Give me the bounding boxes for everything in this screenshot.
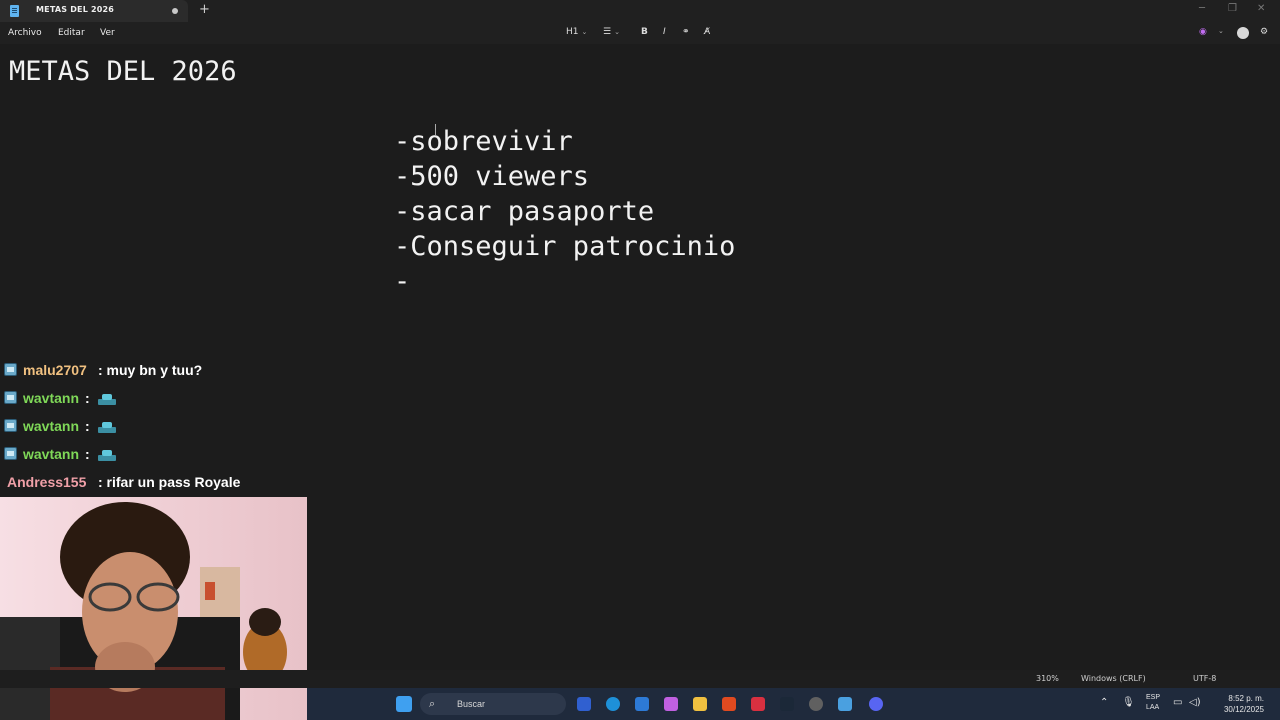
goal-line: -Conseguir patrocinio	[394, 231, 736, 262]
chevron-down-icon: ⌄	[614, 28, 620, 36]
title-bar: METAS DEL 2026 + ─ ❐ ✕	[0, 0, 1280, 22]
heading-dropdown[interactable]: H1 ⌄	[566, 27, 587, 37]
app-icon[interactable]	[577, 697, 591, 711]
clock[interactable]: 8:52 p. m. 30/12/2025	[1224, 693, 1264, 715]
chevron-up-icon[interactable]: ⌃	[1100, 697, 1108, 708]
discord-icon[interactable]	[869, 697, 883, 711]
text-cursor	[435, 124, 436, 135]
menu-archivo[interactable]: Archivo	[8, 28, 42, 38]
chat-username: wavtann	[23, 446, 80, 462]
heading-label: H1	[566, 27, 579, 37]
taskbar-search[interactable]: ⌕ Buscar	[420, 693, 566, 715]
chat-emote-icon	[97, 392, 117, 406]
chat-text: :	[85, 418, 90, 434]
menu-editar[interactable]: Editar	[58, 28, 85, 38]
chat-emote-icon	[97, 448, 117, 462]
app-icon[interactable]	[751, 697, 765, 711]
chat-badge-icon	[4, 419, 17, 432]
language-indicator[interactable]: ESP LAA	[1146, 693, 1160, 713]
date: 30/12/2025	[1223, 705, 1264, 714]
start-windows-icon[interactable]	[396, 696, 412, 712]
tab-title: METAS DEL 2026	[36, 5, 115, 14]
clear-format-icon[interactable]: A̸	[704, 27, 710, 37]
unsaved-dot-icon[interactable]	[172, 8, 178, 14]
obs-icon[interactable]	[809, 697, 823, 711]
time: 8:52 p. m.	[1228, 694, 1264, 703]
chat-text: : muy bn y tuu?	[98, 362, 203, 378]
account-avatar[interactable]	[1237, 27, 1249, 39]
list-dropdown[interactable]: ☰ ⌄	[603, 27, 620, 37]
copilot-icon[interactable]	[664, 697, 678, 711]
chat-badge-icon	[4, 363, 17, 376]
document-heading: METAS DEL 2026	[9, 56, 237, 87]
line-ending[interactable]: Windows (CRLF)	[1081, 674, 1146, 683]
close-button[interactable]: ✕	[1257, 3, 1265, 14]
goal-line: -sobrevivir	[394, 126, 573, 157]
chat-username: Andress155	[7, 474, 87, 490]
menu-bar: Archivo Editar Ver H1 ⌄ ☰ ⌄ B I ⚭ A̸ ◉ ⌄ ⚙	[0, 22, 1280, 44]
link-icon[interactable]: ⚭	[682, 27, 690, 37]
zoom-level[interactable]: 310%	[1036, 674, 1059, 683]
chat-emote-icon	[97, 420, 117, 434]
chat-username: malu2707	[23, 362, 87, 378]
chat-text: :	[85, 390, 90, 406]
notepad-icon[interactable]	[838, 697, 852, 711]
volume-icon[interactable]: ◁)	[1189, 697, 1201, 708]
chat-badge-icon	[4, 391, 17, 404]
copilot-icon[interactable]: ◉	[1199, 27, 1207, 37]
search-icon: ⌕	[429, 697, 436, 710]
notepad-icon	[10, 5, 19, 17]
list-icon: ☰	[603, 27, 612, 37]
edge-icon[interactable]	[606, 697, 620, 711]
store-icon[interactable]	[635, 697, 649, 711]
encoding[interactable]: UTF-8	[1193, 674, 1216, 683]
microphone-icon[interactable]: 🎙	[1122, 697, 1135, 708]
italic-button[interactable]: I	[663, 27, 666, 37]
minimize-button[interactable]: ─	[1199, 3, 1205, 14]
goal-line: -500 viewers	[394, 161, 590, 192]
status-bar: 310% Windows (CRLF) UTF-8	[0, 670, 1280, 688]
chat-badge-icon	[4, 447, 17, 460]
chat-text: : rifar un pass Royale	[98, 474, 241, 490]
goal-line: -	[394, 266, 411, 297]
new-tab-button[interactable]: +	[199, 3, 210, 17]
document-tab[interactable]: METAS DEL 2026	[0, 0, 188, 22]
goal-line: -sacar pasaporte	[394, 196, 655, 227]
chat-username: wavtann	[23, 390, 80, 406]
language: ESP	[1146, 694, 1161, 701]
brave-icon[interactable]	[722, 697, 736, 711]
settings-gear-icon[interactable]: ⚙	[1260, 27, 1268, 37]
search-placeholder: Buscar	[457, 699, 486, 709]
chat-text: :	[85, 446, 90, 462]
bold-button[interactable]: B	[641, 27, 648, 37]
windows-taskbar: ⌕ Buscar ⌃ 🎙 ESP LAA ▭ ◁) 8:52 p. m. 30/…	[307, 688, 1280, 720]
chevron-down-icon[interactable]: ⌄	[1218, 27, 1224, 35]
file-explorer-icon[interactable]	[693, 697, 707, 711]
chevron-down-icon: ⌄	[581, 28, 588, 36]
menu-ver[interactable]: Ver	[100, 28, 115, 38]
maximize-button[interactable]: ❐	[1228, 3, 1237, 14]
keyboard-layout: LAA	[1146, 704, 1160, 711]
steam-icon[interactable]	[780, 697, 794, 711]
network-icon[interactable]: ▭	[1173, 697, 1182, 708]
chat-username: wavtann	[23, 418, 80, 434]
